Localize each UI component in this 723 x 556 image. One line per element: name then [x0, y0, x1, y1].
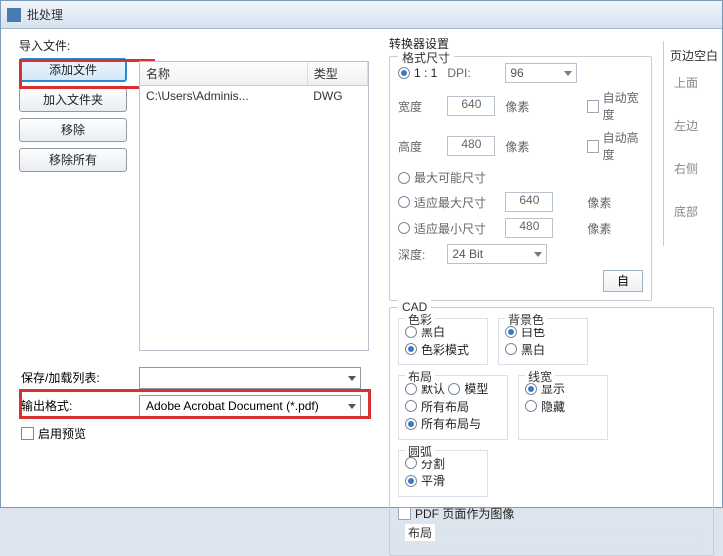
col-name[interactable]: 名称	[140, 62, 307, 86]
auto-height-check[interactable]: 自动高度	[587, 129, 643, 163]
arc-subgroup: 圆弧 分割 平滑	[398, 450, 488, 497]
enable-preview-row[interactable]: 启用预览	[21, 425, 86, 442]
chevron-down-icon	[348, 376, 356, 381]
lineweight-subgroup: 线宽 显示 隐藏	[518, 375, 608, 440]
bg-black-radio[interactable]: 黑白	[505, 341, 545, 358]
layout-all-radio[interactable]: 所有布局	[405, 398, 469, 415]
color-mode-radio[interactable]: 色彩模式	[405, 341, 469, 358]
app-icon	[7, 8, 21, 22]
depth-select[interactable]: 24 Bit	[447, 244, 547, 264]
layout-subgroup: 布局 默认 模型 所有布局 所有布局与	[398, 375, 508, 440]
left-panel: 导入文件: 添加文件 加入文件夹 移除 移除所有 名称 类型 C:\Users\…	[1, 29, 381, 507]
auto-width-check[interactable]: 自动宽度	[587, 89, 643, 123]
window: 批处理 导入文件: 添加文件 加入文件夹 移除 移除所有 名称 类型	[0, 0, 723, 508]
save-list-select[interactable]	[139, 367, 361, 389]
arc-smooth-radio[interactable]: 平滑	[405, 472, 445, 489]
fit-min-input[interactable]: 480	[505, 218, 553, 238]
margin-top-label: 上面	[674, 74, 723, 91]
content: 导入文件: 添加文件 加入文件夹 移除 移除所有 名称 类型 C:\Users\…	[1, 29, 722, 507]
right-panel: 转换器设置 格式尺寸 1 : 1 DPI: 96 宽度 640 像素 自动宽度 …	[381, 29, 722, 507]
add-folder-button[interactable]: 加入文件夹	[19, 88, 127, 112]
output-format-label: 输出格式:	[21, 397, 72, 414]
chevron-down-icon	[534, 252, 542, 257]
output-format-select[interactable]: Adobe Acrobat Document (*.pdf)	[139, 395, 361, 417]
depth-label: 深度:	[398, 246, 437, 263]
remove-all-button[interactable]: 移除所有	[19, 148, 127, 172]
auto-button[interactable]: 自	[603, 270, 643, 292]
px-label: 像素	[505, 138, 577, 155]
dpi-label: DPI:	[447, 66, 495, 80]
format-size-group: 格式尺寸 1 : 1 DPI: 96 宽度 640 像素 自动宽度 高度 480…	[389, 56, 652, 301]
height-input[interactable]: 480	[447, 136, 495, 156]
pdf-as-image-check[interactable]: PDF 页面作为图像	[398, 505, 514, 522]
width-input[interactable]: 640	[447, 96, 495, 116]
fit-min-radio[interactable]: 适应最小尺寸	[398, 220, 495, 237]
layout-all-with-radio[interactable]: 所有布局与	[405, 415, 481, 432]
page-margin-title: 页边空白	[670, 47, 723, 64]
cad-group: CAD 色彩 黑白 色彩模式 背景色 白色 黑白 布局 默认	[389, 307, 714, 556]
lw-hide-radio[interactable]: 隐藏	[525, 398, 565, 415]
bg-subgroup: 背景色 白色 黑白	[498, 318, 588, 365]
page-margin-group: 页边空白 上面 左边 右侧 底部	[663, 41, 723, 246]
layout-model-radio[interactable]: 模型	[448, 380, 488, 397]
chevron-down-icon	[564, 71, 572, 76]
window-title: 批处理	[27, 6, 63, 23]
margin-left-label: 左边	[674, 117, 723, 134]
table-row[interactable]: C:\Users\Adminis... DWG	[140, 86, 368, 107]
dpi-select[interactable]: 96	[505, 63, 577, 83]
margin-right-label: 右侧	[674, 160, 723, 177]
fit-max-radio[interactable]: 适应最大尺寸	[398, 194, 495, 211]
format-size-title: 格式尺寸	[398, 49, 454, 66]
file-list[interactable]: 名称 类型 C:\Users\Adminis... DWG	[139, 61, 369, 351]
remove-button[interactable]: 移除	[19, 118, 127, 142]
col-type[interactable]: 类型	[307, 62, 367, 86]
output-format-value: Adobe Acrobat Document (*.pdf)	[146, 399, 319, 413]
margin-bottom-label: 底部	[674, 203, 723, 220]
enable-preview-label: 启用预览	[38, 425, 86, 442]
width-label: 宽度	[398, 98, 437, 115]
max-possible-radio[interactable]: 最大可能尺寸	[398, 169, 643, 186]
import-files-label: 导入文件:	[19, 37, 371, 54]
cell-type: DWG	[307, 86, 367, 107]
ratio-11-radio[interactable]: 1 : 1	[398, 66, 437, 80]
cell-name: C:\Users\Adminis...	[140, 86, 307, 107]
layout2-subgroup: 布局	[398, 531, 701, 547]
titlebar: 批处理	[1, 1, 722, 29]
save-list-label: 保存/加载列表:	[21, 369, 100, 386]
fit-max-input[interactable]: 640	[505, 192, 553, 212]
add-file-button[interactable]: 添加文件	[19, 58, 127, 82]
chevron-down-icon	[348, 404, 356, 409]
checkbox-icon[interactable]	[21, 427, 34, 440]
px-label: 像素	[505, 98, 577, 115]
height-label: 高度	[398, 138, 437, 155]
color-subgroup: 色彩 黑白 色彩模式	[398, 318, 488, 365]
